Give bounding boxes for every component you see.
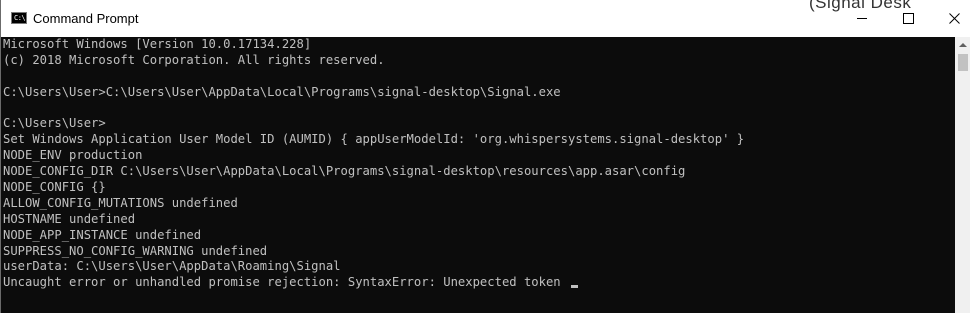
console-line: NODE_APP_INSTANCE undefined	[3, 227, 202, 242]
console-line: Microsoft Windows [Version 10.0.17134.22…	[3, 37, 312, 51]
console-line: NODE_CONFIG {}	[3, 180, 106, 195]
scroll-up-button[interactable]	[955, 37, 970, 53]
console-line: SUPPRESS_NO_CONFIG_WARNING undefined	[3, 243, 268, 258]
close-icon	[948, 12, 960, 24]
text-cursor	[571, 285, 578, 289]
console-line: ALLOW_CONFIG_MUTATIONS undefined	[3, 195, 238, 210]
console-line: Set Windows Application User Model ID (A…	[3, 132, 745, 147]
minimize-icon	[857, 17, 867, 19]
cmd-icon-label: C:\	[14, 14, 26, 22]
vertical-scrollbar[interactable]	[955, 37, 970, 313]
command-prompt-window: C:\ Command Prompt (Signal Desk Microsof…	[0, 0, 970, 313]
scrollbar-thumb[interactable]	[958, 54, 968, 71]
console-line: C:\Users\User>C:\Users\User\AppData\Loca…	[3, 84, 561, 99]
console-line: userData: C:\Users\User\AppData\Roaming\…	[3, 259, 341, 274]
minimize-button[interactable]	[839, 1, 885, 35]
maximize-button[interactable]	[885, 1, 931, 35]
console-line: C:\Users\User>	[3, 116, 106, 131]
console-line: NODE_CONFIG_DIR C:\Users\User\AppData\Lo…	[3, 164, 686, 179]
console-lines: Microsoft Windows [Version 10.0.17134.22…	[3, 37, 744, 291]
cmd-icon[interactable]: C:\	[11, 12, 27, 24]
chevron-up-icon	[959, 43, 967, 47]
maximize-icon	[902, 12, 914, 24]
console-line: NODE_ENV production	[3, 148, 143, 163]
console-last-line: Uncaught error or unhandled promise reje…	[3, 275, 744, 291]
close-button[interactable]	[931, 1, 970, 35]
console-line: (c) 2018 Microsoft Corporation. All righ…	[3, 52, 385, 67]
console-line: HOSTNAME undefined	[3, 211, 136, 226]
console-line: Uncaught error or unhandled promise reje…	[3, 275, 568, 290]
title-bar[interactable]: C:\ Command Prompt (Signal Desk	[1, 0, 970, 37]
console-output[interactable]: Microsoft Windows [Version 10.0.17134.22…	[1, 37, 955, 313]
window-title: Command Prompt	[33, 11, 139, 26]
